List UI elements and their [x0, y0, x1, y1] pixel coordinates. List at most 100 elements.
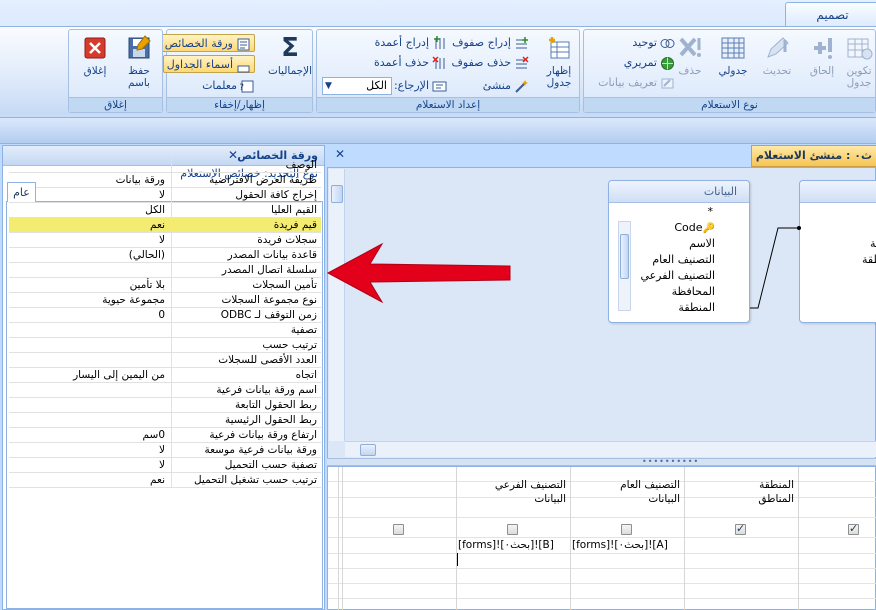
property-row[interactable]: 0سم ارتفاع ورقة بيانات فرعية [9, 428, 321, 443]
property-row[interactable]: بلا تأمين تأمين السجلات [9, 278, 321, 293]
show-checkbox[interactable] [393, 524, 404, 535]
parameters-button[interactable]: ?معلمات [202, 77, 255, 95]
grid-field-cell[interactable]: التصنيف العام [570, 479, 680, 491]
designer-close-icon[interactable]: ✕ [333, 147, 347, 161]
insert-columns-button[interactable]: إدراج أعمدة [375, 34, 447, 52]
property-row[interactable]: اسم ورقة بيانات فرعية [9, 383, 321, 398]
pass-through-button[interactable]: تمريري [624, 54, 675, 72]
property-value[interactable] [9, 158, 171, 173]
table-pane-vertical-scrollbar[interactable] [329, 169, 345, 441]
property-row[interactable]: لا سجلات فريدة [9, 233, 321, 248]
data-definition-button[interactable]: تعريف بيانات [598, 74, 675, 92]
property-row[interactable]: 0 زمن التوقف لـ ODBC [9, 308, 321, 323]
crosstab-button[interactable]: جدولي [716, 34, 750, 77]
property-row[interactable]: مجموعة حيوية نوع مجموعة السجلات [9, 293, 321, 308]
table-box-regions[interactable]: قة نطقة [799, 180, 876, 323]
field-region[interactable]: المنطقة [678, 301, 715, 314]
field-sub-category[interactable]: التصنيف الفرعي [640, 269, 715, 282]
pane-splitter[interactable]: •••••••••• [327, 457, 876, 466]
grid-field-cell[interactable]: المنطقة [684, 479, 794, 491]
close-button[interactable]: إغلاق [75, 34, 115, 77]
property-value[interactable] [9, 338, 171, 353]
field-code[interactable]: 🔑Code [674, 221, 715, 234]
property-value[interactable] [9, 398, 171, 413]
property-row[interactable]: ربط الحقول التابعة [9, 398, 321, 413]
vertical-scroll-thumb[interactable] [331, 185, 343, 203]
grid-criteria-cell[interactable]: [forms]![بحث٠]![A] [572, 539, 668, 551]
tab-general[interactable]: عام [7, 182, 36, 202]
table-box-data[interactable]: البيانات * 🔑Code الاسم التصنيف العام الت… [608, 180, 750, 323]
property-value[interactable]: 0 [9, 308, 171, 323]
show-checkbox[interactable] [621, 524, 632, 535]
grid-criteria-cell[interactable]: [forms]![بحث٠]![B] [458, 539, 554, 551]
delete-query-button[interactable]: حذف [676, 34, 704, 77]
property-row[interactable]: لا تصفية حسب التحميل [9, 458, 321, 473]
union-button[interactable]: توحيد [632, 34, 675, 52]
table-names-button[interactable]: XYZأسماء الجداول [162, 55, 255, 73]
totals-button[interactable]: Σ الإجماليات [267, 34, 313, 77]
append-button[interactable]: إلحاق [806, 34, 838, 77]
property-row[interactable]: (الحالي) قاعدة بيانات المصدر [9, 248, 321, 263]
design-grid[interactable]: المنطقة المناطق التصنيف العام البيانات [form… [327, 466, 876, 610]
property-row[interactable]: ترتيب حسب [9, 338, 321, 353]
table-box-title-2[interactable] [800, 181, 876, 203]
property-row[interactable]: لا ورقة بيانات فرعية موسعة [9, 443, 321, 458]
field-governorate[interactable]: المحافظة [672, 285, 715, 298]
field-name[interactable]: الاسم [689, 237, 715, 250]
property-row[interactable]: من اليمين إلى اليسار اتجاه [9, 368, 321, 383]
field-star[interactable]: * [708, 205, 714, 218]
update-button[interactable]: تحديث [760, 34, 794, 77]
return-select[interactable]: الكل ▼ [322, 77, 392, 95]
property-value[interactable]: نعم [9, 218, 171, 233]
property-value[interactable]: لا [9, 443, 171, 458]
show-table-button[interactable]: إظهار جدول [539, 34, 579, 89]
field-region-2a[interactable]: قة [870, 237, 876, 250]
property-value[interactable] [9, 353, 171, 368]
show-checkbox[interactable] [507, 524, 518, 535]
grid-table-cell[interactable]: البيانات [456, 493, 566, 505]
builder-button[interactable]: منشئ [483, 77, 529, 95]
insert-rows-button[interactable]: إدراج صفوف [452, 34, 529, 52]
table-pane-horizontal-scrollbar[interactable] [345, 441, 876, 457]
property-row[interactable]: ورقة بيانات طريقة العرض الافتراضية [9, 173, 321, 188]
table-box-title[interactable]: البيانات [609, 181, 749, 203]
delete-columns-button[interactable]: حذف أعمدة [374, 54, 447, 72]
property-value[interactable] [9, 263, 171, 278]
property-value[interactable]: من اليمين إلى اليسار [9, 368, 171, 383]
grid-table-cell[interactable]: البيانات [570, 493, 680, 505]
property-value[interactable]: لا [9, 458, 171, 473]
grid-table-cell[interactable]: المناطق [684, 493, 794, 505]
property-sheet-button[interactable]: ورقة الخصائص [160, 34, 255, 52]
property-value[interactable]: نعم [9, 473, 171, 488]
property-value[interactable]: لا [9, 233, 171, 248]
property-row[interactable]: نعم ترتيب حسب تشغيل التحميل [9, 473, 321, 488]
property-value[interactable] [9, 323, 171, 338]
table-box-scroll-thumb[interactable] [620, 234, 629, 279]
tab-query-builder[interactable]: ث٠ : منشئ الاستعلام [751, 145, 876, 167]
property-value[interactable]: (الحالي) [9, 248, 171, 263]
property-row[interactable]: تصفية [9, 323, 321, 338]
property-row[interactable]: لا إخراج كافة الحقول [9, 188, 321, 203]
field-region-2b[interactable]: نطقة [862, 253, 876, 266]
grid-field-cell[interactable]: التصنيف الفرعي [456, 479, 566, 491]
property-row[interactable]: ربط الحقول الرئيسية [9, 413, 321, 428]
property-row[interactable]: العدد الأقصى للسجلات [9, 353, 321, 368]
horizontal-scroll-thumb[interactable] [360, 444, 376, 456]
show-checkbox[interactable] [848, 522, 859, 535]
field-general-category[interactable]: التصنيف العام [652, 253, 715, 266]
property-value[interactable]: 0سم [9, 428, 171, 443]
property-row-selected[interactable]: نعم قيم فريدة [9, 218, 321, 233]
show-checkbox[interactable] [735, 522, 746, 535]
property-value[interactable] [9, 413, 171, 428]
property-value[interactable]: بلا تأمين [9, 278, 171, 293]
property-value[interactable]: مجموعة حيوية [9, 293, 171, 308]
delete-rows-button[interactable]: حذف صفوف [452, 54, 529, 72]
property-value[interactable] [9, 383, 171, 398]
property-row[interactable]: الكل القيم العليا [9, 203, 321, 218]
make-table-button[interactable]: تكوين جدول [842, 34, 876, 89]
property-row[interactable]: الوصف [9, 158, 321, 173]
tab-design[interactable]: تصميم [785, 2, 876, 27]
save-as-button[interactable]: حفظ باسم [117, 34, 161, 89]
property-value[interactable]: الكل [9, 203, 171, 218]
table-box-scrollbar[interactable] [618, 221, 631, 311]
